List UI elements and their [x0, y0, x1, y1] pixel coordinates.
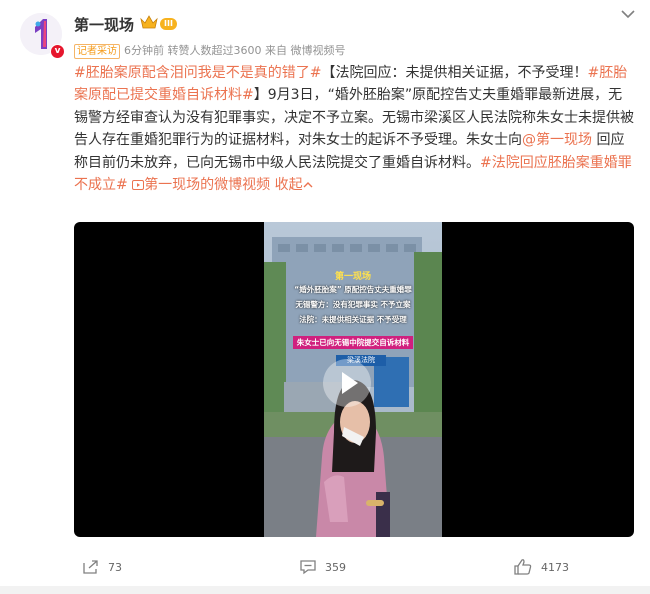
repost-count: 73: [108, 560, 122, 574]
overlay-banner-text: 朱女士已向无锡中院提交自诉材料: [292, 336, 414, 349]
like-icon: [514, 559, 532, 575]
feed-divider: [0, 586, 650, 594]
avatar[interactable]: v: [20, 13, 65, 59]
overlay-line: 法院：未提供相关证据 不予受理: [299, 315, 407, 324]
video-logo: 第一现场: [334, 272, 371, 282]
crown-icon: [140, 15, 158, 29]
video-link[interactable]: 第一现场的微博视频: [132, 177, 270, 193]
post-text: 】9月3日，: [253, 87, 328, 104]
post-headline: 【法院回应：未提供相关证据，不予受理！: [321, 65, 588, 81]
interview-tag: 记者采访: [74, 44, 120, 59]
reposts-note: 转赞人数超过3600: [167, 44, 262, 57]
mention-link[interactable]: @第一现场: [522, 132, 592, 148]
source-link[interactable]: 微博视频号: [291, 44, 346, 57]
overlay-banner: 朱女士已向无锡中院提交自诉材料: [264, 330, 442, 349]
collapse-label: 收起: [274, 177, 303, 194]
collapse-link[interactable]: 收起: [275, 177, 313, 193]
comment-count: 359: [325, 560, 346, 574]
post-text: “婚外胚胎案”: [327, 87, 413, 104]
post-meta: 记者采访 6分钟前 转赞人数超过3600 来自 微博视频号: [74, 42, 346, 59]
post-content: #胚胎案原配含泪问我是不是真的错了#【法院回应：未提供相关证据，不予受理！#胚胎…: [74, 62, 634, 196]
video-player[interactable]: 第一现场 “婚外胚胎案” 原配控告丈夫重婚罪 无锡警方：没有犯罪事实 不予立案 …: [74, 222, 634, 537]
comment-icon: [300, 560, 316, 575]
overlay-line: “婚外胚胎案” 原配控告丈夫重婚罪: [294, 285, 412, 294]
like-count: 4173: [541, 560, 569, 574]
chevron-up-icon: [303, 182, 313, 188]
repost-icon: [83, 560, 98, 574]
video-link-icon: [132, 180, 145, 191]
play-button[interactable]: [323, 359, 371, 407]
overlay-line: 无锡警方：没有犯罪事实 不予立案: [295, 300, 411, 309]
video-link-label: 第一现场的微博视频: [144, 177, 271, 194]
source-prefix: 来自: [265, 44, 287, 57]
repost-button[interactable]: 73: [82, 552, 122, 582]
action-bar: 73 359 4173: [0, 552, 650, 582]
account-name[interactable]: 第一现场: [74, 14, 134, 35]
hashtag-link[interactable]: #胚胎案原配含泪问我是不是真的错了#: [74, 65, 321, 81]
level-badge: III: [160, 18, 177, 30]
like-button[interactable]: 4173: [513, 552, 569, 582]
chevron-down-icon[interactable]: [619, 7, 637, 21]
post-time[interactable]: 6分钟前: [124, 44, 164, 57]
verified-badge: v: [50, 44, 65, 59]
comment-button[interactable]: 359: [299, 552, 346, 582]
